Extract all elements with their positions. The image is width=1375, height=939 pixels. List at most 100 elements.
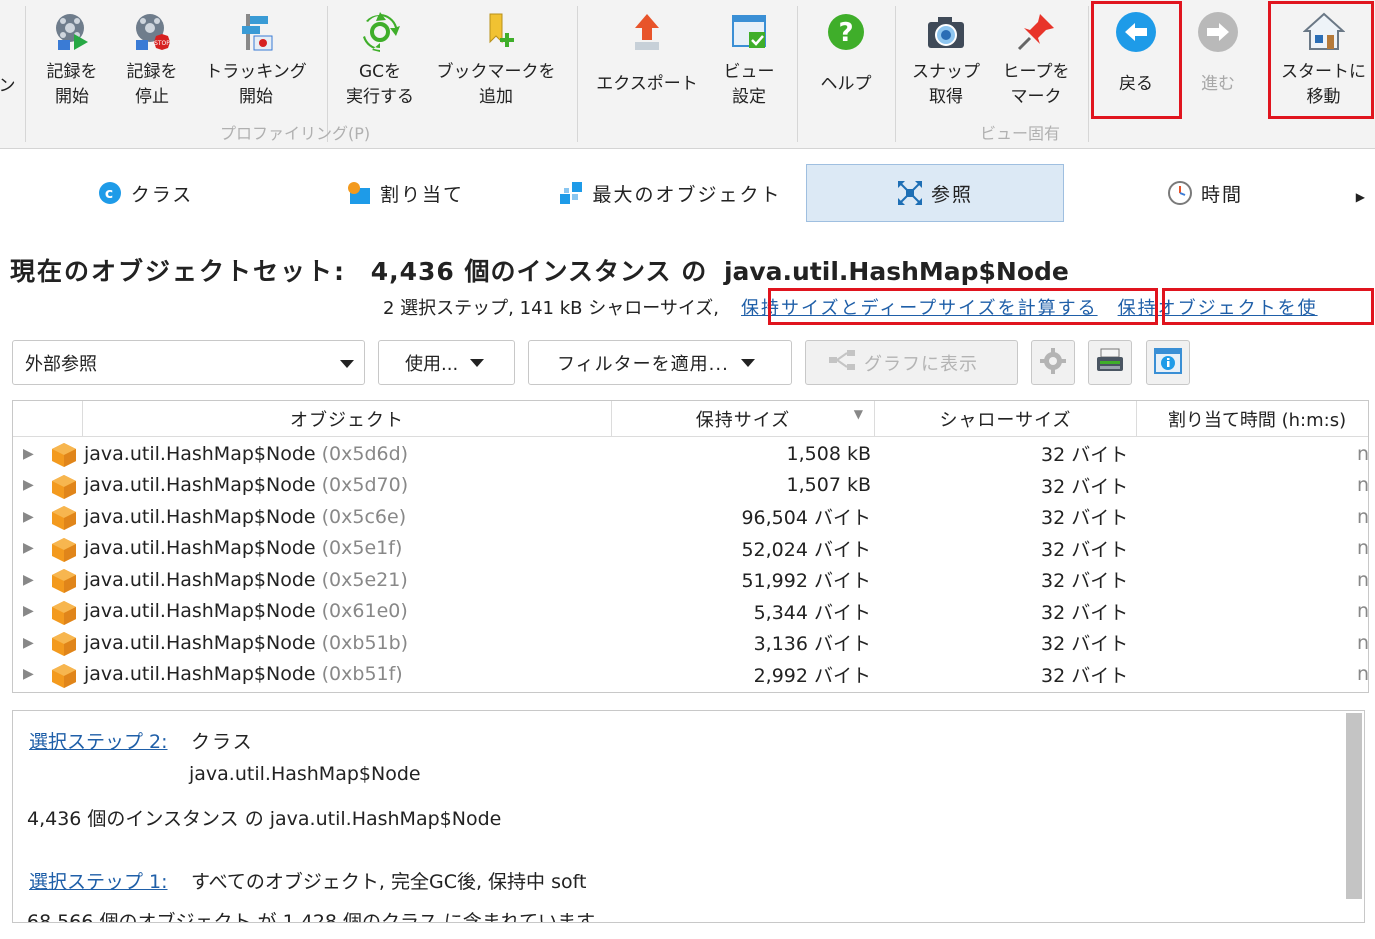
group-label-profiling: プロファイリング(P) bbox=[220, 124, 371, 143]
inspection-button[interactable] bbox=[1088, 340, 1132, 385]
group-label-view-specific: ビュー固有 bbox=[980, 124, 1061, 143]
object-instance-icon bbox=[51, 505, 77, 535]
page-title: 現在のオブジェクトセット: 4,436 個のインスタンス の java.util… bbox=[10, 252, 1069, 288]
table-row[interactable]: ▶ java.util.HashMap$Node (0x5e21) 51,992 バ… bbox=[13, 564, 1368, 596]
forward-button[interactable]: 進む bbox=[1180, 6, 1256, 112]
selection-step-1-link[interactable]: 選択ステップ 1: bbox=[29, 867, 168, 894]
object-class-name: java.util.HashMap$Node bbox=[84, 474, 316, 497]
table-row[interactable]: ▶ java.util.HashMap$Node (0xb51b) 3,136 バイ… bbox=[13, 627, 1368, 659]
add-bookmark-label: ブックマークを 追加 bbox=[436, 62, 556, 107]
object-name: java.util.HashMap$Node (0xb51b) bbox=[84, 632, 408, 654]
object-address: (0x5c6e) bbox=[321, 505, 407, 528]
start-tracking-button[interactable]: トラッキング 開始 bbox=[200, 6, 312, 112]
tab-references-label: 参照 bbox=[930, 183, 973, 206]
column-header-shallow-size[interactable]: シャローサイズ bbox=[875, 401, 1137, 437]
expand-triangle-icon[interactable]: ▶ bbox=[23, 666, 34, 682]
column-header-retained-size-label: 保持サイズ bbox=[695, 410, 791, 431]
apply-filter-label: フィルターを適用... bbox=[557, 353, 729, 375]
info-icon bbox=[1153, 347, 1183, 379]
start-recording-label: 記録を 開始 bbox=[46, 62, 98, 107]
reference-type-select[interactable]: 外部参照 bbox=[12, 340, 365, 385]
tab-time[interactable]: 時間 bbox=[1150, 164, 1260, 222]
show-in-graph-button[interactable]: グラフに表示 bbox=[805, 340, 1018, 385]
selection-step-2-summary: 4,436 個のインスタンス の java.util.HashMap$Node bbox=[27, 808, 502, 830]
table-row[interactable]: ▶ java.util.HashMap$Node (0x5e1f) 52,024 バ… bbox=[13, 533, 1368, 565]
retained-size-cell: 2,992 バイト bbox=[753, 664, 871, 687]
object-name: java.util.HashMap$Node (0x61e0) bbox=[84, 600, 408, 622]
expand-triangle-icon[interactable]: ▶ bbox=[23, 540, 34, 556]
object-class-name: java.util.HashMap$Node bbox=[84, 505, 316, 528]
start-recording-button[interactable]: 記録を 開始 bbox=[38, 6, 106, 112]
retained-size-cell: 5,344 バイト bbox=[753, 601, 871, 624]
object-name: java.util.HashMap$Node (0x5c6e) bbox=[84, 506, 406, 528]
object-address: (0xb51b) bbox=[321, 631, 409, 654]
info-button[interactable] bbox=[1146, 340, 1190, 385]
export-button[interactable]: エクスポート bbox=[586, 6, 708, 112]
use-label: 使用... bbox=[405, 353, 459, 375]
pin-icon bbox=[1014, 10, 1058, 54]
object-class-name: java.util.HashMap$Node bbox=[84, 442, 316, 465]
tabs-scroll-right-icon[interactable]: ▶ bbox=[1356, 190, 1365, 204]
gear-icon bbox=[1039, 347, 1067, 379]
table-row[interactable]: ▶ java.util.HashMap$Node (0x5d6d) 1,508 kB… bbox=[13, 438, 1368, 470]
run-gc-button[interactable]: GCを 実行する bbox=[336, 6, 424, 112]
help-button[interactable]: ? ヘルプ bbox=[808, 6, 884, 112]
expand-triangle-icon[interactable]: ▶ bbox=[23, 446, 34, 462]
tab-classes[interactable]: c クラス bbox=[80, 164, 210, 222]
stop-recording-button[interactable]: STOP 記録を 停止 bbox=[118, 6, 186, 112]
svg-text:?: ? bbox=[838, 18, 853, 48]
column-header-retained-size[interactable]: 保持サイズ ▼ bbox=[612, 401, 875, 437]
apply-filter-dropdown[interactable]: フィルターを適用... bbox=[528, 340, 792, 385]
column-header-allocation-time[interactable]: 割り当て時間 (h:m:s) bbox=[1137, 401, 1368, 437]
use-dropdown[interactable]: 使用... bbox=[378, 340, 515, 385]
expand-triangle-icon[interactable]: ▶ bbox=[23, 572, 34, 588]
expand-triangle-icon[interactable]: ▶ bbox=[23, 603, 34, 619]
column-header-object[interactable]: オブジェクト bbox=[83, 401, 612, 437]
take-snapshot-button[interactable]: スナップ 取得 bbox=[906, 6, 986, 112]
object-address: (0x5d6d) bbox=[321, 442, 409, 465]
table-row[interactable]: ▶ java.util.HashMap$Node (0x5d70) 1,507 kB… bbox=[13, 470, 1368, 502]
table-row[interactable]: ▶ java.util.HashMap$Node (0x61e0) 5,344 バイ… bbox=[13, 596, 1368, 628]
mark-heap-button[interactable]: ヒープを マーク bbox=[996, 6, 1076, 112]
start-tracking-label: トラッキング 開始 bbox=[205, 62, 307, 107]
tab-biggest-objects[interactable]: 最大のオブジェクト bbox=[545, 164, 795, 222]
column-header-expand bbox=[13, 401, 83, 437]
summary-text: 2 選択ステップ, 141 kB シャローサイズ, bbox=[383, 298, 720, 319]
retained-size-cell: 3,136 バイト bbox=[753, 633, 871, 656]
object-address: (0x5e21) bbox=[321, 568, 408, 591]
object-address: (0x61e0) bbox=[321, 600, 408, 623]
shallow-size-cell: 32 バイト bbox=[1041, 475, 1129, 498]
selection-step-2-type: クラス bbox=[191, 731, 254, 753]
toolbar-partial-button[interactable]: ン bbox=[0, 6, 16, 112]
object-name: java.util.HashMap$Node (0x5e21) bbox=[84, 569, 408, 591]
object-address: (0xb51f) bbox=[321, 663, 403, 686]
object-instance-icon bbox=[51, 474, 77, 504]
selection-step-2-link[interactable]: 選択ステップ 2: bbox=[29, 727, 168, 754]
tab-references[interactable]: 参照 bbox=[806, 164, 1064, 222]
forward-arrow-icon bbox=[1196, 10, 1240, 54]
expand-triangle-icon[interactable]: ▶ bbox=[23, 477, 34, 493]
chevron-down-icon bbox=[740, 358, 755, 367]
add-bookmark-button[interactable]: ブックマークを 追加 bbox=[432, 6, 560, 112]
object-class-name: java.util.HashMap$Node bbox=[84, 631, 316, 654]
expand-triangle-icon[interactable]: ▶ bbox=[23, 635, 34, 651]
view-settings-button[interactable]: ビュー 設定 bbox=[714, 6, 784, 112]
reference-type-value: 外部参照 bbox=[25, 353, 97, 375]
object-class-name: java.util.HashMap$Node bbox=[84, 537, 316, 560]
selection-step-2-class: java.util.HashMap$Node bbox=[189, 763, 421, 785]
expand-triangle-icon[interactable]: ▶ bbox=[23, 509, 34, 525]
table-row[interactable]: ▶ java.util.HashMap$Node (0x5c6e) 96,504 バ… bbox=[13, 501, 1368, 533]
panel-scrollbar[interactable] bbox=[1346, 713, 1362, 899]
object-name: java.util.HashMap$Node (0x5d70) bbox=[84, 474, 408, 496]
view-tabs: c クラス 割り当て 最大のオブジェクト 参照 時間 ▶ bbox=[0, 150, 1375, 238]
settings-button[interactable] bbox=[1031, 340, 1075, 385]
tab-allocations[interactable]: 割り当て bbox=[330, 164, 480, 222]
toolbar-separator bbox=[895, 6, 896, 142]
toolbar-partial-label: ン bbox=[0, 76, 16, 96]
table-row[interactable]: ▶ java.util.HashMap$Node (0xb51f) 2,992 バイ… bbox=[13, 659, 1368, 691]
shallow-size-cell: 32 バイト bbox=[1041, 570, 1129, 593]
object-address: (0x5e1f) bbox=[321, 537, 403, 560]
object-class-name: java.util.HashMap$Node bbox=[84, 600, 316, 623]
retained-size-cell: 96,504 バイト bbox=[741, 507, 871, 530]
title-instance-count: 4,436 個のインスタンス の bbox=[370, 257, 708, 286]
